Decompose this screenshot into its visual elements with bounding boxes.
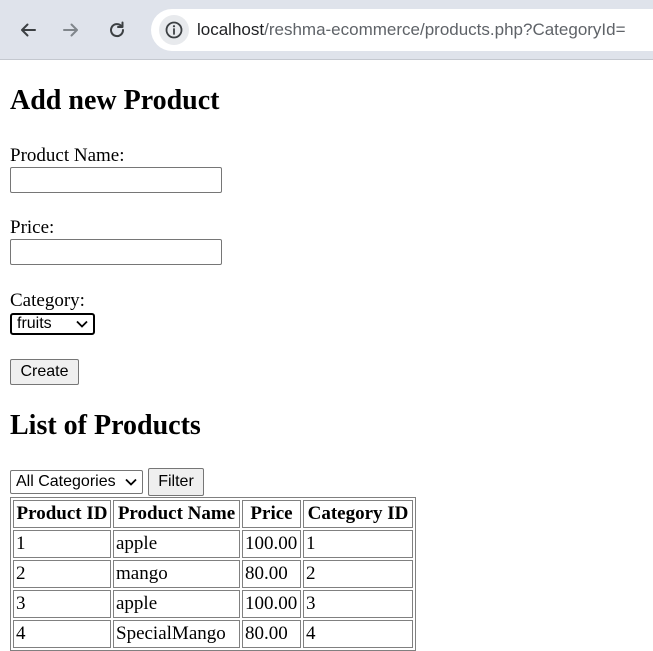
list-products-heading: List of Products bbox=[10, 410, 201, 441]
cell-price: 80.00 bbox=[242, 560, 301, 588]
address-bar[interactable]: localhost/reshma-ecommerce/products.php?… bbox=[151, 9, 653, 51]
cell-product-name: apple bbox=[113, 590, 240, 618]
column-header: Price bbox=[242, 500, 301, 528]
cell-price: 100.00 bbox=[242, 530, 301, 558]
chevron-down-icon bbox=[125, 478, 137, 486]
add-product-heading: Add new Product bbox=[10, 85, 220, 116]
url-path: /reshma-ecommerce/products.php?CategoryI… bbox=[264, 20, 626, 39]
browser-toolbar: localhost/reshma-ecommerce/products.php?… bbox=[0, 0, 653, 60]
forward-arrow-icon bbox=[63, 23, 78, 37]
products-table: Product ID Product Name Price Category I… bbox=[10, 497, 416, 651]
back-button[interactable] bbox=[14, 14, 42, 46]
cell-category-id: 3 bbox=[303, 590, 413, 618]
cell-price: 80.00 bbox=[242, 620, 301, 648]
category-filter-select[interactable]: All Categories bbox=[10, 470, 143, 494]
price-input[interactable] bbox=[10, 239, 222, 265]
filter-selected-value: All Categories bbox=[16, 473, 116, 490]
column-header: Product Name bbox=[113, 500, 240, 528]
cell-product-id: 1 bbox=[13, 530, 111, 558]
category-selected-value: fruits bbox=[17, 315, 52, 332]
table-row: 3 apple 100.00 3 bbox=[13, 590, 413, 618]
url-text[interactable]: localhost/reshma-ecommerce/products.php?… bbox=[197, 9, 626, 51]
url-host: localhost bbox=[197, 20, 265, 39]
cell-product-id: 2 bbox=[13, 560, 111, 588]
table-row: 1 apple 100.00 1 bbox=[13, 530, 413, 558]
product-name-input[interactable] bbox=[10, 167, 222, 193]
table-header-row: Product ID Product Name Price Category I… bbox=[13, 500, 413, 528]
cell-category-id: 1 bbox=[303, 530, 413, 558]
cell-product-id: 4 bbox=[13, 620, 111, 648]
cell-product-name: mango bbox=[113, 560, 240, 588]
column-header: Category ID bbox=[303, 500, 413, 528]
reload-button[interactable] bbox=[103, 14, 131, 46]
create-button[interactable]: Create bbox=[10, 359, 79, 385]
chevron-down-icon bbox=[76, 320, 88, 328]
cell-product-name: apple bbox=[113, 530, 240, 558]
cell-product-name: SpecialMango bbox=[113, 620, 240, 648]
filter-button[interactable]: Filter bbox=[148, 468, 204, 496]
product-name-label: Product Name: bbox=[10, 145, 125, 166]
cell-product-id: 3 bbox=[13, 590, 111, 618]
info-icon[interactable] bbox=[159, 15, 189, 45]
table-row: 2 mango 80.00 2 bbox=[13, 560, 413, 588]
cell-category-id: 4 bbox=[303, 620, 413, 648]
reload-icon bbox=[110, 21, 125, 38]
forward-button[interactable] bbox=[57, 14, 85, 46]
column-header: Product ID bbox=[13, 500, 111, 528]
price-label: Price: bbox=[10, 217, 55, 238]
category-label: Category: bbox=[10, 290, 85, 311]
table-row: 4 SpecialMango 80.00 4 bbox=[13, 620, 413, 648]
cell-price: 100.00 bbox=[242, 590, 301, 618]
category-select[interactable]: fruits bbox=[10, 313, 95, 335]
cell-category-id: 2 bbox=[303, 560, 413, 588]
back-arrow-icon bbox=[21, 23, 36, 37]
